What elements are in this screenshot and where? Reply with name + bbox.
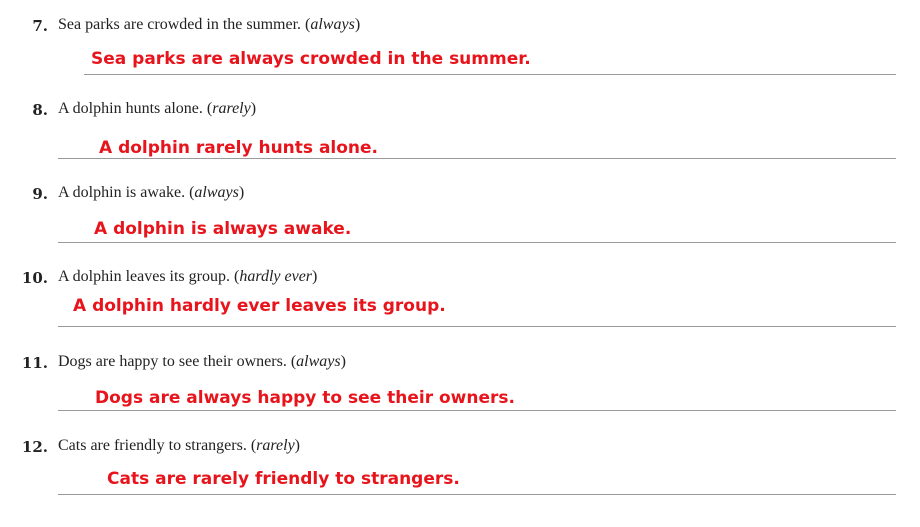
question-prompt: A dolphin is awake. (always) [58, 184, 245, 201]
prompt-sentence: A dolphin hunts alone. [58, 100, 203, 117]
prompt-sentence: A dolphin leaves its group. [58, 268, 230, 285]
answer-line [58, 242, 896, 243]
adverb-hint: always [310, 16, 355, 33]
question-number: 12. [21, 438, 48, 456]
handwritten-answer: A dolphin is always awake. [94, 219, 352, 239]
answer-line [58, 410, 896, 411]
question-number: 7. [32, 17, 48, 35]
question-prompt: Sea parks are crowded in the summer. (al… [58, 16, 361, 33]
question-prompt: Cats are friendly to strangers. (rarely) [58, 437, 300, 454]
question-prompt: A dolphin hunts alone. (rarely) [58, 100, 257, 117]
adverb-hint: rarely [256, 437, 295, 454]
handwritten-answer: A dolphin rarely hunts alone. [99, 138, 379, 158]
adverb-hint: always [194, 184, 239, 201]
adverb-hint: hardly ever [239, 268, 313, 285]
prompt-sentence: Cats are friendly to strangers. [58, 437, 247, 454]
answer-line [58, 326, 896, 327]
answer-line [84, 74, 896, 75]
adverb-hint: rarely [212, 100, 251, 117]
question-number: 11. [21, 354, 48, 372]
handwritten-answer: Dogs are always happy to see their owner… [95, 388, 515, 408]
answer-line [58, 158, 896, 159]
handwritten-answer: Sea parks are always crowded in the summ… [91, 49, 531, 69]
handwritten-answer: Cats are rarely friendly to strangers. [107, 469, 460, 489]
question-number: 10. [21, 269, 48, 287]
prompt-sentence: Dogs are happy to see their owners. [58, 353, 287, 370]
question-number: 9. [32, 185, 48, 203]
prompt-sentence: Sea parks are crowded in the summer. [58, 16, 302, 33]
question-number: 8. [32, 101, 48, 119]
question-prompt: A dolphin leaves its group. (hardly ever… [58, 268, 318, 285]
prompt-sentence: A dolphin is awake. [58, 184, 186, 201]
question-prompt: Dogs are happy to see their owners. (alw… [58, 353, 346, 370]
handwritten-answer: A dolphin hardly ever leaves its group. [73, 296, 446, 316]
adverb-hint: always [296, 353, 341, 370]
answer-line [58, 494, 896, 495]
